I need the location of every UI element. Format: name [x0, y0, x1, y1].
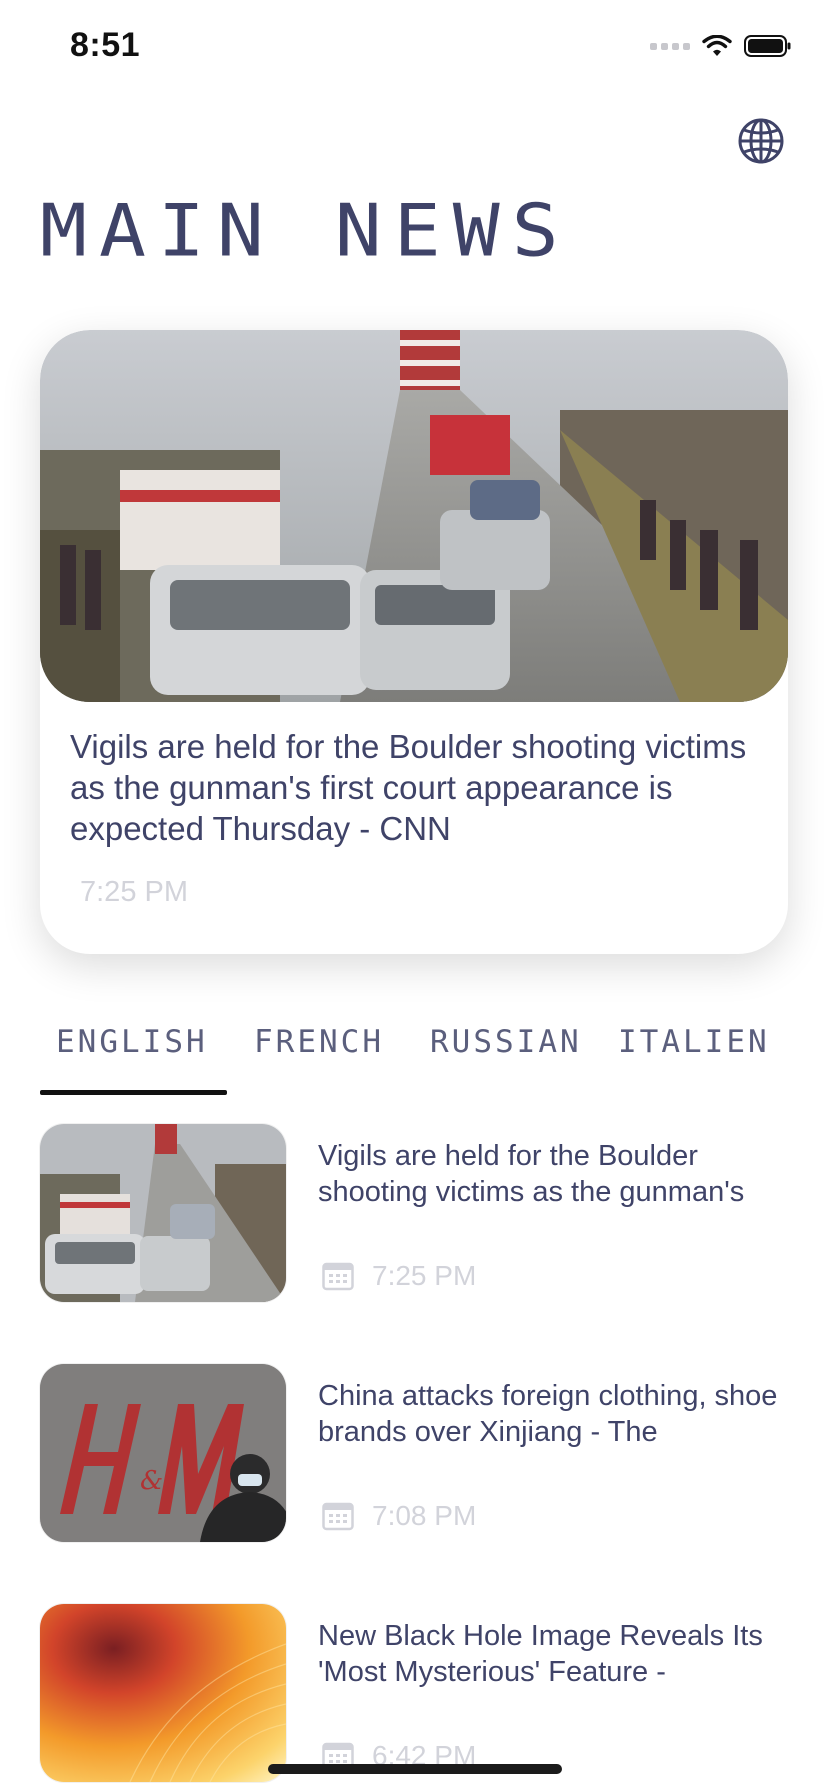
page-title: MAIN NEWS	[40, 190, 571, 273]
list-item[interactable]: & China attacks foreign clothing, shoe b…	[40, 1364, 788, 1544]
battery-icon	[744, 35, 791, 57]
globe-icon	[738, 118, 784, 164]
list-item[interactable]: New Black Hole Image Reveals Its 'Most M…	[40, 1604, 788, 1784]
article-time: 7:08 PM	[372, 1500, 477, 1531]
article-date: 7:25 PM	[322, 1260, 476, 1292]
home-indicator[interactable]	[268, 1764, 562, 1774]
tab-italien[interactable]: ITALIEN	[618, 1024, 770, 1060]
featured-article-time: 7:25 PM	[80, 876, 188, 908]
status-icons	[650, 34, 792, 58]
tab-russian[interactable]: RUSSIAN	[430, 1024, 582, 1060]
calendar-icon	[322, 1262, 354, 1291]
tab-french[interactable]: FRENCH	[254, 1024, 384, 1060]
status-time: 8:51	[70, 26, 141, 64]
list-item[interactable]: Vigils are held for the Boulder shooting…	[40, 1124, 788, 1304]
article-title: New Black Hole Image Reveals Its 'Most M…	[318, 1620, 763, 1688]
article-thumbnail	[40, 1604, 286, 1782]
wifi-icon	[702, 35, 732, 56]
article-thumbnail: &	[40, 1364, 286, 1542]
article-time: 7:25 PM	[372, 1260, 477, 1291]
article-title: China attacks foreign clothing, shoe bra…	[318, 1380, 778, 1448]
article-thumbnail	[40, 1124, 286, 1302]
calendar-icon	[322, 1502, 354, 1531]
article-title: Vigils are held for the Boulder shooting…	[318, 1140, 745, 1208]
tab-selected-indicator	[40, 1090, 227, 1095]
language-tabs: ENGLISH FRENCH RUSSIAN ITALIEN	[40, 1024, 788, 1094]
article-date: 7:08 PM	[322, 1500, 476, 1532]
svg-text:&: &	[140, 1466, 163, 1496]
featured-article-image	[40, 330, 788, 702]
tab-english[interactable]: ENGLISH	[56, 1024, 208, 1060]
cellular-signal-icon	[650, 42, 690, 50]
language-globe-button[interactable]	[736, 116, 786, 166]
featured-article-card[interactable]: Vigils are held for the Boulder shooting…	[40, 330, 788, 954]
featured-article-title: Vigils are held for the Boulder shooting…	[70, 728, 747, 847]
